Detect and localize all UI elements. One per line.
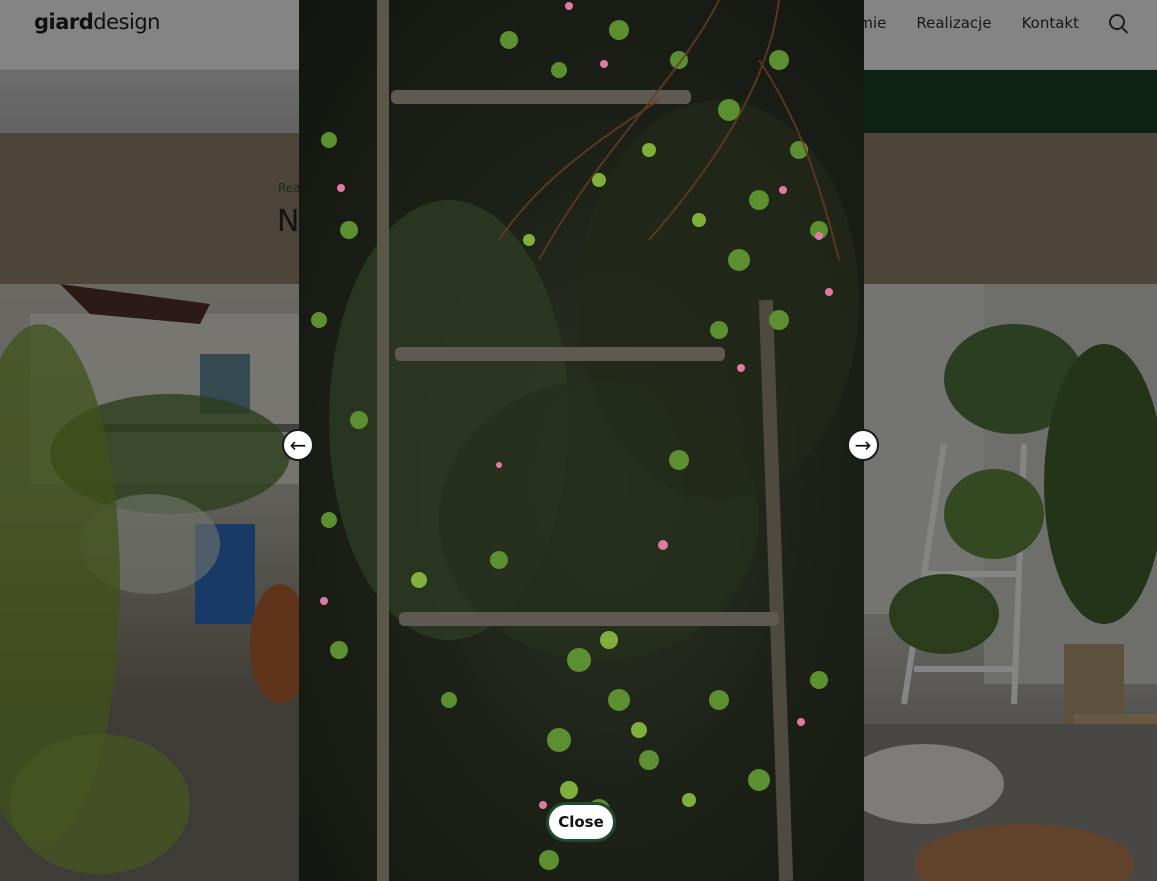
arrow-left-icon[interactable]: ← (282, 429, 314, 461)
arrow-right-icon[interactable]: → (847, 429, 879, 461)
lightbox-image-ladder-ivy (299, 0, 864, 881)
close-button[interactable]: Close (546, 802, 616, 842)
